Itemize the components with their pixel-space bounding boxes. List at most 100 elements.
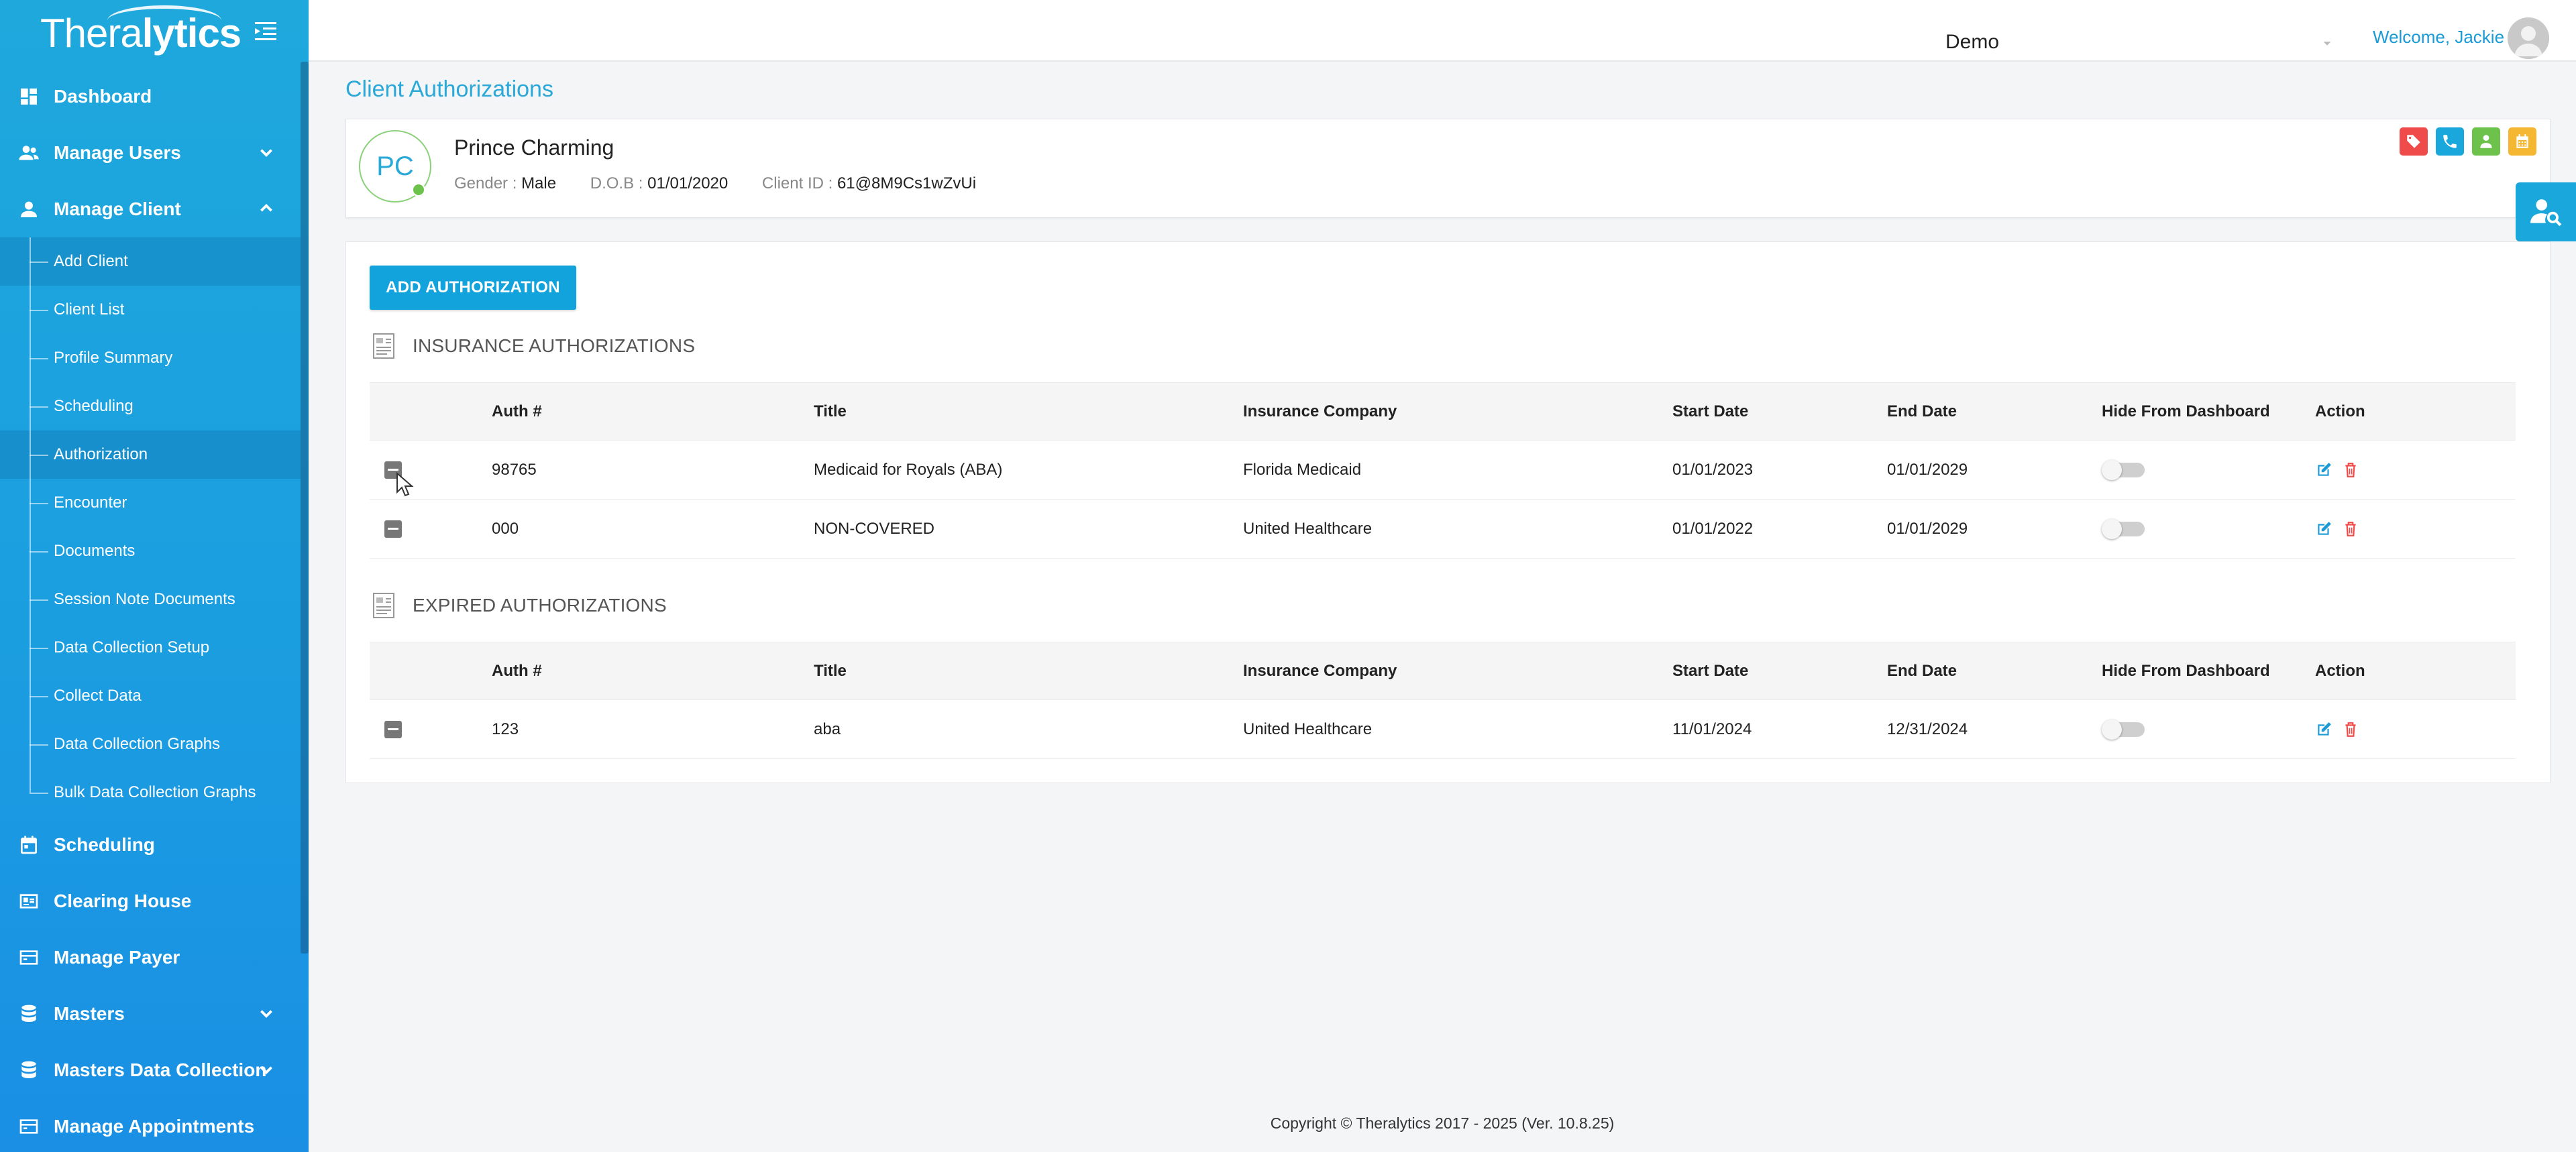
end-date: 01/01/2029	[1887, 519, 1968, 538]
sidebar-item-scheduling[interactable]: Scheduling	[0, 817, 301, 873]
sidebar-item-label: Masters Data Collection	[54, 1059, 267, 1080]
insurance-company: United Healthcare	[1243, 519, 1373, 538]
topbar: Demo Welcome, Jackie	[309, 0, 2576, 62]
sidebar-subitem-profile-summary[interactable]: Profile Summary	[0, 334, 301, 382]
user-avatar[interactable]	[2508, 17, 2549, 59]
sidebar-item-manage-payer[interactable]: Manage Payer	[0, 929, 301, 986]
sidebar-subitem-documents[interactable]: Documents	[0, 527, 301, 575]
tree-line	[30, 696, 48, 697]
sidebar-subitem-label: Data Collection Setup	[54, 638, 210, 656]
table-row: 000 NON-COVERED United Healthcare 01/01/…	[370, 500, 2516, 559]
logo-swoosh	[107, 5, 221, 36]
insurance-authorizations-table: Auth # Title Insurance Company Start Dat…	[370, 382, 2516, 559]
sidebar-subitem-add-client[interactable]: Add Client	[0, 237, 301, 286]
sidebar-subitem-label: Client List	[54, 300, 125, 319]
sidebar-item-label: Dashboard	[54, 86, 152, 107]
sidebar-subitem-data-collection-setup[interactable]: Data Collection Setup	[0, 624, 301, 672]
dropdown-arrow-icon	[2323, 42, 2331, 46]
sidebar-item-masters-data-collection[interactable]: Masters Data Collection	[0, 1042, 301, 1098]
auth-number: 123	[492, 719, 519, 738]
sidebar-collapse-icon[interactable]	[254, 20, 278, 43]
delete-icon[interactable]	[2342, 520, 2359, 538]
delete-icon[interactable]	[2342, 461, 2359, 479]
mouse-pointer-icon	[396, 472, 414, 497]
phone-icon[interactable]	[2436, 127, 2464, 156]
sidebar-subitem-encounter[interactable]: Encounter	[0, 479, 301, 527]
sidebar-item-masters[interactable]: Masters	[0, 986, 301, 1042]
column-header-start-date: Start Date	[1672, 402, 1749, 420]
sidebar-scrollbar[interactable]	[301, 62, 309, 954]
tree-line	[30, 310, 48, 311]
sidebar-subitem-scheduling[interactable]: Scheduling	[0, 382, 301, 430]
start-date: 01/01/2023	[1672, 460, 1754, 479]
tree-line	[30, 599, 48, 601]
end-date: 12/31/2024	[1887, 719, 1968, 738]
column-header-action: Action	[2315, 661, 2365, 680]
column-header-end-date: End Date	[1887, 402, 1957, 420]
table-header: Auth # Title Insurance Company Start Dat…	[370, 382, 2516, 441]
database-icon	[17, 1002, 40, 1025]
expand-row-icon[interactable]	[384, 520, 402, 538]
hide-from-dashboard-toggle[interactable]	[2102, 518, 2145, 539]
sidebar-subitem-collect-data[interactable]: Collect Data	[0, 672, 301, 720]
column-header-hide-from-dashboard: Hide From Dashboard	[2102, 661, 2270, 680]
sidebar-subitem-bulk-data-collection-graphs[interactable]: Bulk Data Collection Graphs	[0, 768, 301, 817]
tree-line	[30, 358, 48, 359]
chevron-down-icon[interactable]	[258, 1061, 275, 1078]
client-name: Prince Charming	[454, 135, 614, 160]
organization-select-value: Demo	[1945, 31, 2000, 53]
footer-copyright: Copyright © Theralytics 2017 - 2025 (Ver…	[1270, 1114, 1615, 1132]
client-id-value: 61@8M9Cs1wZvUi	[837, 174, 977, 192]
sidebar-subitem-label: Authorization	[54, 445, 148, 463]
column-header-title: Title	[814, 402, 847, 420]
welcome-user-link[interactable]: Welcome, Jackie	[2373, 27, 2504, 48]
column-header-insurance-company: Insurance Company	[1243, 402, 1397, 420]
chevron-down-icon[interactable]	[258, 143, 275, 161]
sidebar-item-manage-users[interactable]: Manage Users	[0, 125, 301, 181]
column-header-auth: Auth #	[492, 661, 542, 680]
sidebar-subitem-label: Collect Data	[54, 687, 142, 705]
sidebar-subitem-session-note-documents[interactable]: Session Note Documents	[0, 575, 301, 624]
edit-icon[interactable]	[2315, 461, 2332, 479]
edit-icon[interactable]	[2315, 520, 2332, 538]
sidebar-item-label: Manage Payer	[54, 947, 180, 968]
add-authorization-button[interactable]: ADD AUTHORIZATION	[370, 266, 576, 310]
tree-line	[30, 648, 48, 649]
sidebar-item-dashboard[interactable]: Dashboard	[0, 68, 301, 125]
table-row: 98765 Medicaid for Royals (ABA) Florida …	[370, 441, 2516, 500]
calendar-icon	[17, 833, 40, 856]
tag-icon[interactable]	[2400, 127, 2428, 156]
calendar-icon[interactable]	[2508, 127, 2536, 156]
expand-row-icon[interactable]	[384, 720, 402, 738]
column-header-insurance-company: Insurance Company	[1243, 661, 1397, 680]
sidebar-subitem-label: Add Client	[54, 252, 128, 270]
start-date: 11/01/2024	[1672, 719, 1752, 738]
document-icon	[370, 331, 399, 361]
column-header-end-date: End Date	[1887, 661, 1957, 680]
client-header-card: PC Prince Charming Gender : Male D.O.B :…	[345, 119, 2551, 218]
delete-icon[interactable]	[2342, 721, 2359, 738]
sidebar-subitem-label: Session Note Documents	[54, 590, 235, 608]
hide-from-dashboard-toggle[interactable]	[2102, 719, 2145, 740]
client-search-float-button[interactable]	[2516, 182, 2576, 241]
sidebar: Theralytics Dashboard Manage Users Manag…	[0, 0, 309, 1152]
page-title: Client Authorizations	[345, 76, 553, 102]
chevron-down-icon[interactable]	[258, 1004, 275, 1022]
sidebar-subitem-label: Data Collection Graphs	[54, 735, 221, 753]
sidebar-subitem-authorization[interactable]: Authorization	[0, 430, 301, 479]
sidebar-subitem-data-collection-graphs[interactable]: Data Collection Graphs	[0, 720, 301, 768]
column-header-start-date: Start Date	[1672, 661, 1749, 680]
payer-icon	[17, 946, 40, 969]
sidebar-subitem-client-list[interactable]: Client List	[0, 286, 301, 334]
chevron-up-icon[interactable]	[258, 200, 275, 217]
contact-icon[interactable]	[2472, 127, 2500, 156]
theralytics-logo[interactable]: Theralytics	[40, 5, 241, 60]
edit-icon[interactable]	[2315, 721, 2332, 738]
insurance-company: United Healthcare	[1243, 719, 1373, 738]
user-search-icon	[2530, 199, 2562, 227]
sidebar-item-manage-client[interactable]: Manage Client	[0, 181, 301, 237]
organization-select[interactable]: Demo	[1945, 27, 2334, 60]
hide-from-dashboard-toggle[interactable]	[2102, 459, 2145, 480]
sidebar-item-clearing-house[interactable]: Clearing House	[0, 873, 301, 929]
expired-authorizations-table: Auth # Title Insurance Company Start Dat…	[370, 642, 2516, 759]
